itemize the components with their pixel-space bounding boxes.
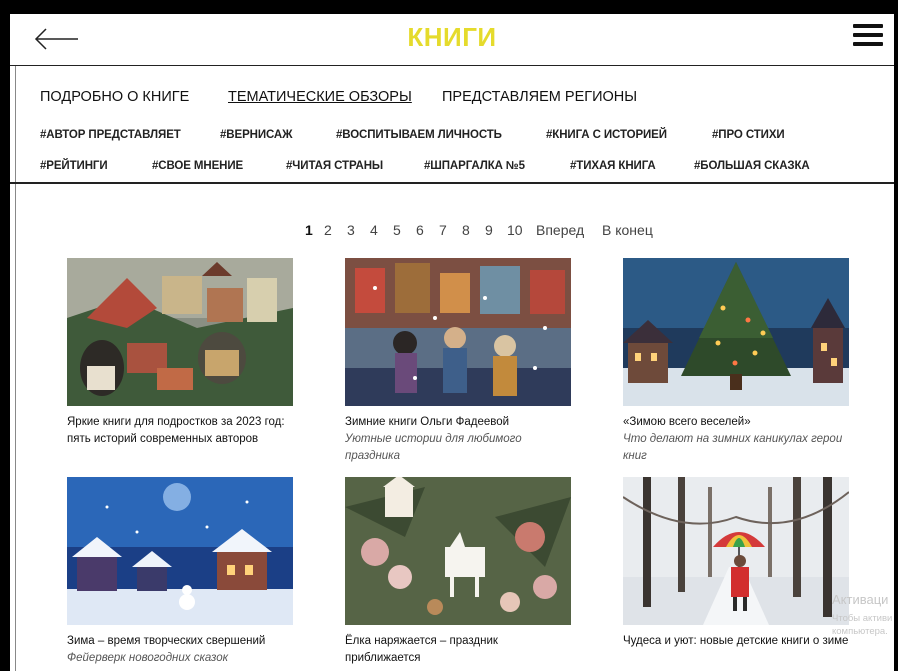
- article-image-winter-village[interactable]: [67, 477, 293, 625]
- page-link[interactable]: 6: [416, 222, 424, 238]
- article-card[interactable]: Ёлка наряжается – праздник приближается: [345, 477, 571, 667]
- tag-link[interactable]: #ШПАРГАЛКА №5: [424, 160, 525, 172]
- article-title[interactable]: Зима – время творческих свершений: [67, 633, 293, 650]
- tag-link[interactable]: #ПРО СТИХИ: [712, 129, 785, 141]
- page-title: КНИГИ: [407, 22, 497, 52]
- article-title[interactable]: «Зимою всего веселей»: [623, 414, 849, 431]
- page-link[interactable]: 4: [370, 222, 378, 238]
- page-link[interactable]: 2: [324, 222, 332, 238]
- top-bar: КНИГИ: [10, 14, 894, 66]
- page-link[interactable]: 7: [439, 222, 447, 238]
- tag-link[interactable]: #ЧИТАЯ СТРАНЫ: [286, 160, 383, 172]
- article-image-winter-books[interactable]: [345, 258, 571, 406]
- tag-link[interactable]: #КНИГА С ИСТОРИЕЙ: [546, 129, 667, 141]
- watermark-line: компьютера.: [832, 626, 888, 637]
- article-image-snowy-alley[interactable]: [623, 477, 849, 625]
- article-title[interactable]: Яркие книги для подростков за 2023 год: …: [67, 414, 293, 448]
- next-page-link[interactable]: Вперед: [536, 222, 584, 238]
- page-link[interactable]: 3: [347, 222, 355, 238]
- page-link[interactable]: 9: [485, 222, 493, 238]
- watermark-line: Чтобы активи: [832, 613, 893, 624]
- article-image-decorated-tree[interactable]: [345, 477, 571, 625]
- nav-item-regions[interactable]: ПРЕДСТАВЛЯЕМ РЕГИОНЫ: [442, 89, 637, 105]
- article-subtitle: Что делают на зимних каникулах герои кни…: [623, 433, 843, 462]
- article-image-christmas-tree[interactable]: [623, 258, 849, 406]
- left-border: [15, 66, 16, 671]
- tag-link[interactable]: #БОЛЬШАЯ СКАЗКА: [694, 160, 810, 172]
- article-title[interactable]: Зимние книги Ольги Фадеевой: [345, 414, 571, 431]
- tag-link[interactable]: #ВОСПИТЫВАЕМ ЛИЧНОСТЬ: [336, 129, 502, 141]
- article-card[interactable]: «Зимою всего веселей» Что делают на зимн…: [623, 258, 849, 465]
- article-subtitle: Фейерверк новогодних сказок: [67, 652, 229, 664]
- article-card[interactable]: Зимние книги Ольги Фадеевой Уютные истор…: [345, 258, 571, 465]
- last-page-link[interactable]: В конец: [602, 222, 653, 238]
- page-link[interactable]: 5: [393, 222, 401, 238]
- article-title[interactable]: Чудеса и уют: новые детские книги о зиме: [623, 633, 849, 650]
- page-link[interactable]: 10: [507, 222, 523, 238]
- tag-link[interactable]: #АВТОР ПРЕДСТАВЛЯЕТ: [40, 129, 181, 141]
- article-title[interactable]: Ёлка наряжается – праздник приближается: [345, 633, 571, 667]
- page-frame: КНИГИ ПОДРОБНО О КНИГЕ ТЕМАТИЧЕСКИЕ ОБЗО…: [10, 14, 894, 671]
- nav-item-about-book[interactable]: ПОДРОБНО О КНИГЕ: [40, 89, 189, 105]
- hamburger-icon[interactable]: [853, 24, 883, 48]
- tag-link[interactable]: #ТИХАЯ КНИГА: [570, 160, 656, 172]
- nav-item-thematic-reviews[interactable]: ТЕМАТИЧЕСКИЕ ОБЗОРЫ: [228, 89, 412, 105]
- tag-link[interactable]: #РЕЙТИНГИ: [40, 160, 108, 172]
- page-link-current[interactable]: 1: [305, 222, 313, 238]
- nav-divider: [10, 182, 894, 184]
- article-subtitle: Уютные истории для любимого праздника: [345, 433, 522, 462]
- article-card[interactable]: Зима – время творческих свершений Фейерв…: [67, 477, 293, 667]
- windows-activation-hint: Чтобы активи компьютера.: [832, 612, 892, 638]
- article-image-teen-books[interactable]: [67, 258, 293, 406]
- tag-link[interactable]: #ВЕРНИСАЖ: [220, 129, 293, 141]
- article-card[interactable]: Яркие книги для подростков за 2023 год: …: [67, 258, 293, 448]
- page-link[interactable]: 8: [462, 222, 470, 238]
- tag-link[interactable]: #СВОЕ МНЕНИЕ: [152, 160, 243, 172]
- windows-activation-watermark: Активаци: [832, 592, 889, 607]
- article-card[interactable]: Чудеса и уют: новые детские книги о зиме: [623, 477, 849, 650]
